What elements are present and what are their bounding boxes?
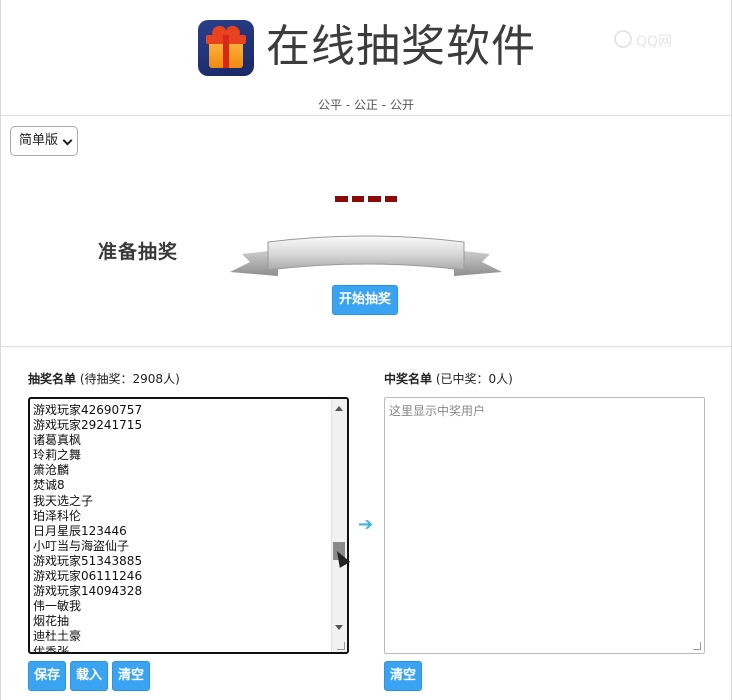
entrants-count: (待抽奖：2908人) <box>79 372 180 386</box>
display-dash <box>335 196 348 202</box>
start-draw-button[interactable]: 开始抽奖 <box>332 285 398 315</box>
header: 在线抽奖软件 QQ网 公平 - 公正 - 公开 <box>0 0 732 116</box>
banner-text: 准备抽奖 <box>97 241 178 263</box>
list-item: 迪杜土豪 <box>33 629 82 644</box>
load-button[interactable]: 载入 <box>70 661 108 691</box>
watermark-icon <box>614 30 632 48</box>
entrants-textarea[interactable]: 游戏玩家42690757 游戏玩家29241715 诸葛真枫 玲莉之舞 箫沧麟 焚诚8 我天… <box>28 397 349 654</box>
list-item: 伟一敏我 <box>33 599 82 614</box>
winners-count: (已中奖：0人) <box>435 372 513 386</box>
list-item: 日月星辰123446 <box>33 523 127 538</box>
clear-entrants-button[interactable]: 清空 <box>112 661 150 691</box>
chevron-down-icon <box>62 135 73 146</box>
winners-label: 中奖名单 (已中奖：0人) <box>384 370 513 387</box>
display-dash <box>368 196 381 202</box>
list-item: 烟花抽 <box>33 614 70 629</box>
entrants-label: 抽奖名单 (待抽奖：2908人) <box>28 370 180 387</box>
list-item: 焚诚8 <box>33 478 65 493</box>
watermark-text: QQ网 <box>636 34 673 50</box>
display-dash <box>384 196 397 202</box>
page-title: 在线抽奖软件 <box>266 21 536 72</box>
list-item: 游戏玩家06111246 <box>33 569 143 584</box>
section-divider <box>0 346 732 347</box>
list-item: 小叮当与海盗仙子 <box>33 538 130 553</box>
gift-icon <box>198 20 254 76</box>
display-dash <box>351 196 364 202</box>
list-item: 玲莉之舞 <box>33 448 82 463</box>
scroll-down-icon[interactable] <box>335 625 343 630</box>
clear-winners-button[interactable]: 清空 <box>384 661 422 691</box>
mode-select-value: 简单版 <box>19 133 59 148</box>
save-button[interactable]: 保存 <box>28 661 66 691</box>
list-item: 箫沧麟 <box>33 463 70 478</box>
entrants-list: 游戏玩家42690757 游戏玩家29241715 诸葛真枫 玲莉之舞 箫沧麟 焚诚8 我天… <box>33 403 143 654</box>
resize-grip-icon[interactable] <box>693 642 701 650</box>
list-item: 诸葛真枫 <box>33 433 82 448</box>
winners-title: 中奖名单 <box>384 372 433 386</box>
list-item: 游戏玩家14094328 <box>33 584 143 599</box>
draw-display <box>335 196 397 202</box>
arrow-right-icon: ➔ <box>358 514 374 535</box>
list-item: 游戏玩家42690757 <box>33 403 143 417</box>
winners-placeholder: 这里显示中奖用户 <box>389 404 486 418</box>
mode-select[interactable]: 简单版 <box>10 126 78 156</box>
resize-grip-icon[interactable] <box>337 642 345 650</box>
list-item: 珀泽科伦 <box>33 508 82 523</box>
list-item: 游戏玩家51343885 <box>33 553 143 568</box>
list-item: 游戏玩家29241715 <box>33 418 143 433</box>
winners-textarea[interactable]: 这里显示中奖用户 <box>384 397 705 654</box>
list-item: 优秀张 <box>33 644 70 654</box>
entrants-title: 抽奖名单 <box>28 372 77 386</box>
page-subtitle: 公平 - 公正 - 公开 <box>318 98 414 112</box>
scrollbar[interactable] <box>331 399 347 652</box>
list-item: 我天选之子 <box>33 493 94 508</box>
scroll-up-icon[interactable] <box>335 406 343 411</box>
